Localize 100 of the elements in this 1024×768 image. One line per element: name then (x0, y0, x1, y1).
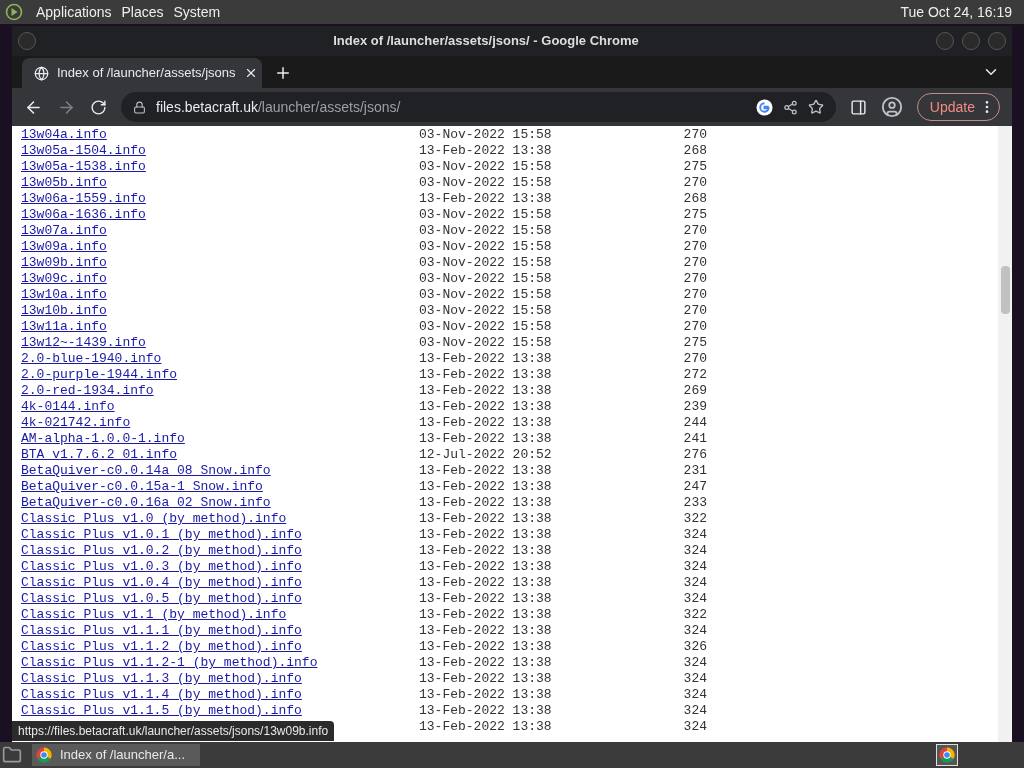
file-link[interactable]: 13w09c.info (21, 271, 107, 286)
file-size: 324 (682, 655, 707, 671)
file-link[interactable]: 13w06a-1636.info (21, 207, 146, 222)
file-link[interactable]: 2.0-blue-1940.info (21, 351, 162, 366)
modified-date: 12-Jul-2022 20:52 (419, 447, 553, 463)
profile-icon[interactable] (880, 96, 903, 118)
reload-icon[interactable] (90, 98, 107, 116)
file-link[interactable]: Classic Plus v1.0.3 (by method).info (21, 559, 302, 574)
modified-date: 13-Feb-2022 13:38 (419, 143, 553, 159)
google-icon[interactable] (755, 98, 773, 116)
address-bar[interactable]: files.betacraft.uk/launcher/assets/jsons/ (121, 92, 836, 122)
file-link[interactable]: Classic Plus v1.0.5 (by method).info (21, 591, 302, 606)
modified-date: 13-Feb-2022 13:38 (419, 607, 553, 623)
file-link[interactable]: Classic Plus v1.1.2 (by method).info (21, 639, 302, 654)
file-size: 241 (682, 431, 707, 447)
logo-icon[interactable] (5, 3, 23, 21)
file-size: 322 (682, 511, 707, 527)
modified-date: 13-Feb-2022 13:38 (419, 495, 553, 511)
modified-date: 13-Feb-2022 13:38 (419, 655, 553, 671)
browser-tab[interactable]: Index of /launcher/assets/jsons (22, 58, 262, 88)
file-link[interactable]: 13w10b.info (21, 303, 107, 318)
modified-date: 03-Nov-2022 15:58 (419, 271, 553, 287)
bookmark-star-icon[interactable] (807, 99, 824, 115)
panel-menu[interactable]: Applications (31, 5, 117, 19)
file-size: 270 (682, 255, 707, 271)
file-link[interactable]: Classic Plus v1.0.4 (by method).info (21, 575, 302, 590)
modified-date: 13-Feb-2022 13:38 (419, 591, 553, 607)
share-icon[interactable] (782, 99, 798, 115)
file-link[interactable]: 13w05b.info (21, 175, 107, 190)
file-link[interactable]: Classic Plus v1.0.2 (by method).info (21, 543, 302, 558)
folder-icon[interactable] (2, 745, 22, 765)
file-link[interactable]: 4k-0144.info (21, 399, 115, 414)
file-link[interactable]: Classic Plus v1.1.1 (by method).info (21, 623, 302, 638)
file-size: 269 (682, 383, 707, 399)
file-size: 268 (682, 143, 707, 159)
scrollbar[interactable] (998, 126, 1012, 742)
file-link[interactable]: 13w09b.info (21, 255, 107, 270)
file-link[interactable]: BetaQuiver-c0.0.15a-1 Snow.info (21, 479, 263, 494)
file-size: 244 (682, 415, 707, 431)
new-tab-icon[interactable] (274, 64, 292, 82)
chrome-logo-icon (939, 747, 955, 763)
file-link[interactable]: 13w05a-1538.info (21, 159, 146, 174)
modified-date: 03-Nov-2022 15:58 (419, 303, 553, 319)
side-panel-icon[interactable] (849, 98, 867, 116)
modified-date: 03-Nov-2022 15:58 (419, 159, 553, 175)
file-size: 275 (682, 159, 707, 175)
file-size: 324 (682, 543, 707, 559)
file-size: 270 (682, 239, 707, 255)
file-size: 276 (682, 447, 707, 463)
tray-app-button[interactable] (936, 744, 958, 766)
modified-date: 03-Nov-2022 15:58 (419, 335, 553, 351)
modified-date: 13-Feb-2022 13:38 (419, 703, 553, 719)
modified-date: 03-Nov-2022 15:58 (419, 255, 553, 271)
file-link[interactable]: BetaQuiver-c0.0.16a 02 Snow.info (21, 495, 271, 510)
file-link[interactable]: Classic Plus v1.1.3 (by method).info (21, 671, 302, 686)
file-link[interactable]: Classic Plus v1.1.4 (by method).info (21, 687, 302, 702)
file-size: 268 (682, 191, 707, 207)
file-link[interactable]: Classic Plus v1.1.2-1 (by method).info (21, 655, 318, 670)
file-link[interactable]: Classic Plus v1.0 (by method).info (21, 511, 287, 526)
file-link[interactable]: 13w06a-1559.info (21, 191, 146, 206)
file-link[interactable]: 13w11a.info (21, 319, 107, 334)
file-link[interactable]: 13w10a.info (21, 287, 107, 302)
file-link[interactable]: 13w12~-1439.info (21, 335, 146, 350)
panel-clock[interactable]: Tue Oct 24, 16:19 (900, 1, 1012, 23)
file-size: 270 (682, 287, 707, 303)
file-link[interactable]: Classic Plus v1.0.1 (by method).info (21, 527, 302, 542)
file-link[interactable]: 13w05a-1504.info (21, 143, 146, 158)
modified-date: 13-Feb-2022 13:38 (419, 351, 553, 367)
modified-date: 03-Nov-2022 15:58 (419, 287, 553, 303)
file-link[interactable]: Classic Plus v1.1 (by method).info (21, 607, 287, 622)
modified-date: 13-Feb-2022 13:38 (419, 671, 553, 687)
file-size: 270 (682, 271, 707, 287)
modified-date: 13-Feb-2022 13:38 (419, 463, 553, 479)
modified-date: 13-Feb-2022 13:38 (419, 543, 553, 559)
file-link[interactable]: 13w04a.info (21, 127, 107, 142)
globe-icon (34, 65, 49, 81)
file-link[interactable]: Classic Plus v1.1.5 (by method).info (21, 703, 302, 718)
file-link[interactable]: 2.0-red-1934.info (21, 383, 154, 398)
file-size: 270 (682, 223, 707, 239)
modified-date: 13-Feb-2022 13:38 (419, 559, 553, 575)
window-title: Index of /launcher/assets/jsons/ - Google Chrome (332, 32, 640, 51)
file-link[interactable]: BTA v1.7.6.2 01.info (21, 447, 178, 462)
panel-menu[interactable]: System (168, 5, 226, 19)
file-link[interactable]: 13w09a.info (21, 239, 107, 254)
modified-date: 03-Nov-2022 15:58 (419, 127, 553, 143)
file-link[interactable]: 13w07a.info (21, 223, 107, 238)
taskbar-button[interactable]: Index of /launcher/a... (32, 744, 200, 766)
file-link[interactable]: AM-alpha-1.0.0-1.info (21, 431, 185, 446)
file-size: 270 (682, 303, 707, 319)
modified-date: 13-Feb-2022 13:38 (419, 191, 553, 207)
file-link[interactable]: 2.0-purple-1944.info (21, 367, 178, 382)
file-size: 324 (682, 623, 707, 639)
file-size: 239 (682, 399, 707, 415)
lock-icon[interactable] (133, 100, 146, 114)
file-size: 270 (682, 351, 707, 367)
panel-menu[interactable]: Places (116, 5, 169, 19)
modified-date: 13-Feb-2022 13:38 (419, 719, 553, 735)
file-link[interactable]: 4k-021742.info (21, 415, 131, 430)
modified-date: 13-Feb-2022 13:38 (419, 399, 553, 415)
file-link[interactable]: BetaQuiver-c0.0.14a 08 Snow.info (21, 463, 271, 478)
